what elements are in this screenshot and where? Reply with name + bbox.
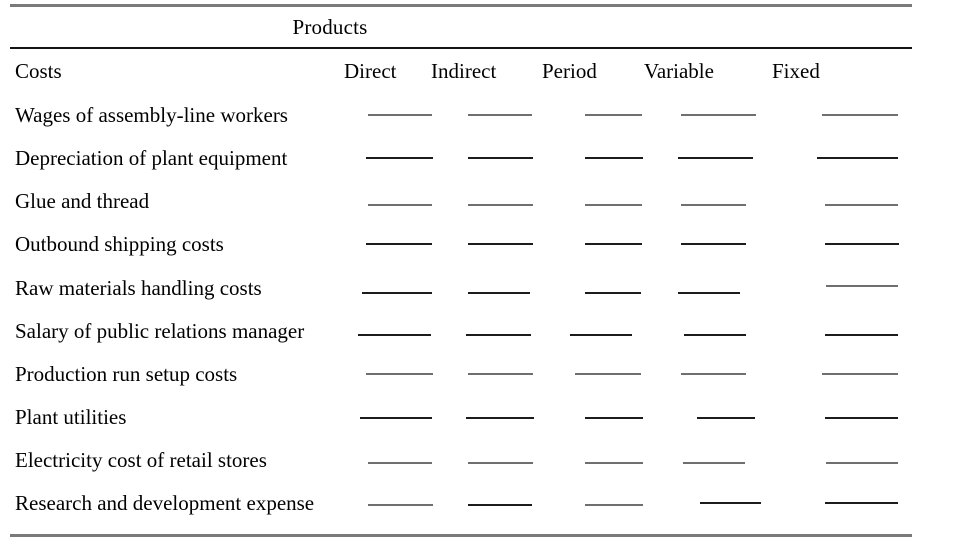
answer-blank-line[interactable]: [585, 157, 643, 159]
row-label: Production run setup costs: [15, 362, 238, 386]
answer-blank-line[interactable]: [681, 373, 746, 375]
column-group-heading: Products: [292, 15, 368, 39]
answer-blank-line[interactable]: [468, 373, 533, 375]
answer-blank-line[interactable]: [684, 334, 746, 336]
answer-blank-line[interactable]: [585, 417, 643, 419]
row-label: Plant utilities: [15, 405, 127, 429]
answer-blank-line[interactable]: [585, 114, 642, 116]
answer-blank-line[interactable]: [697, 417, 755, 419]
row-label: Raw materials handling costs: [15, 276, 262, 300]
table-row: Research and development expense: [0, 489, 976, 532]
table-top-rule: [10, 4, 912, 7]
answer-blank-line[interactable]: [825, 334, 898, 336]
answer-blank-line[interactable]: [466, 417, 534, 419]
answer-blank-line[interactable]: [468, 157, 533, 159]
answer-blank-line[interactable]: [825, 243, 899, 245]
answer-blank-line[interactable]: [585, 462, 643, 464]
row-label: Salary of public relations manager: [15, 319, 305, 343]
answer-blank-line[interactable]: [678, 292, 740, 294]
answer-blank-line[interactable]: [681, 243, 746, 245]
table-row: Plant utilities: [0, 403, 976, 446]
answer-blank-line[interactable]: [466, 334, 531, 336]
table-row: Outbound shipping costs: [0, 230, 976, 273]
answer-blank-line[interactable]: [368, 204, 432, 206]
column-header-period: Period: [542, 59, 597, 83]
answer-blank-line[interactable]: [681, 204, 746, 206]
row-label: Wages of assembly-line workers: [15, 103, 288, 127]
answer-blank-line[interactable]: [468, 462, 533, 464]
table-bottom-rule: [10, 534, 912, 537]
answer-blank-line[interactable]: [575, 373, 641, 375]
answer-blank-line[interactable]: [366, 157, 433, 159]
answer-blank-line[interactable]: [570, 334, 632, 336]
row-label: Research and development expense: [15, 491, 315, 515]
answer-blank-line[interactable]: [681, 114, 756, 116]
answer-blank-line[interactable]: [366, 243, 432, 245]
answer-blank-line[interactable]: [826, 285, 898, 287]
column-header-variable: Variable: [644, 59, 714, 83]
answer-blank-line[interactable]: [468, 243, 533, 245]
answer-blank-line[interactable]: [368, 504, 433, 506]
table-row: Glue and thread: [0, 187, 976, 230]
answer-blank-line[interactable]: [468, 204, 533, 206]
answer-blank-line[interactable]: [825, 204, 898, 206]
table-row: Electricity cost of retail stores: [0, 446, 976, 489]
answer-blank-line[interactable]: [585, 243, 642, 245]
answer-blank-line[interactable]: [826, 462, 898, 464]
answer-blank-line[interactable]: [585, 504, 643, 506]
column-header-fixed: Fixed: [772, 59, 820, 83]
table-row: Production run setup costs: [0, 360, 976, 403]
answer-blank-line[interactable]: [468, 504, 532, 506]
table-row: Depreciation of plant equipment: [0, 144, 976, 187]
table-row: Raw materials handling costs: [0, 274, 976, 317]
row-label: Outbound shipping costs: [15, 232, 224, 256]
answer-blank-line[interactable]: [362, 292, 432, 294]
answer-blank-line[interactable]: [368, 462, 432, 464]
table-row: Wages of assembly-line workers: [0, 101, 976, 144]
answer-blank-line[interactable]: [825, 417, 898, 419]
table-row: Salary of public relations manager: [0, 317, 976, 360]
row-label: Glue and thread: [15, 189, 150, 213]
column-header-indirect: Indirect: [431, 59, 497, 83]
answer-blank-line[interactable]: [358, 334, 431, 336]
answer-blank-line[interactable]: [678, 157, 753, 159]
answer-blank-line[interactable]: [822, 114, 898, 116]
answer-blank-line[interactable]: [700, 502, 761, 504]
answer-blank-line[interactable]: [585, 292, 641, 294]
answer-blank-line[interactable]: [585, 204, 642, 206]
answer-blank-line[interactable]: [360, 417, 432, 419]
answer-blank-line[interactable]: [366, 373, 433, 375]
table-header-rule: [10, 47, 912, 49]
answer-blank-line[interactable]: [468, 114, 532, 116]
cost-classification-worksheet: Products Costs Direct Indirect Period Va…: [0, 0, 976, 550]
row-header-label: Costs: [15, 59, 62, 83]
answer-blank-line[interactable]: [825, 502, 898, 504]
row-label: Electricity cost of retail stores: [15, 448, 267, 472]
column-header-direct: Direct: [344, 59, 397, 83]
answer-blank-line[interactable]: [368, 114, 432, 116]
answer-blank-line[interactable]: [468, 292, 530, 294]
answer-blank-line[interactable]: [683, 462, 745, 464]
answer-blank-line[interactable]: [822, 373, 898, 375]
answer-blank-line[interactable]: [817, 157, 898, 159]
row-label: Depreciation of plant equipment: [15, 146, 288, 170]
